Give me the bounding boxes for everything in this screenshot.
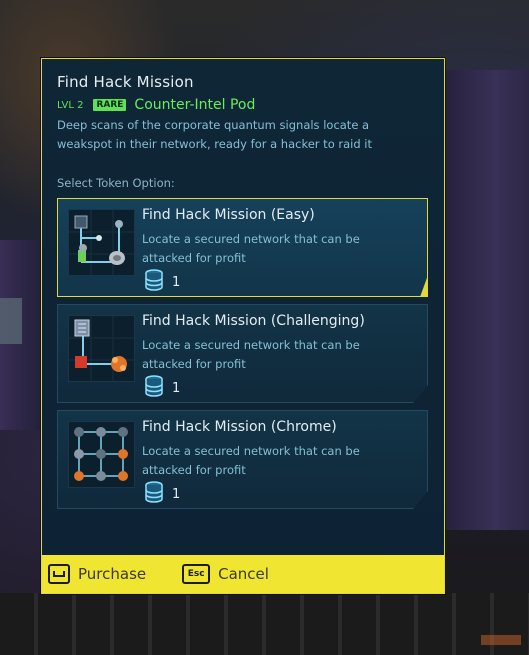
item-name: Counter-Intel Pod — [134, 97, 256, 113]
item-level: LVL 2 — [57, 99, 84, 111]
esc-key-icon: Esc — [182, 564, 211, 584]
purchase-button[interactable]: Purchase — [48, 564, 146, 584]
cost-value: 1 — [172, 274, 181, 290]
background-pillar-right — [445, 70, 529, 530]
cost-value: 1 — [172, 380, 181, 396]
token-option-dialog: Find Hack Mission LVL 2 RARE Counter-Int… — [41, 58, 445, 594]
option-title: Find Hack Mission (Chrome) — [142, 419, 337, 435]
token-option-chrome[interactable]: Find Hack Mission (Chrome) Locate a secu… — [57, 410, 428, 509]
mission-thumbnail-chrome — [68, 421, 135, 488]
cancel-label: Cancel — [218, 565, 269, 583]
cost-value: 1 — [172, 486, 181, 502]
background-floor-light — [481, 635, 521, 645]
mission-thumbnail-challenging — [68, 315, 135, 382]
rarity-badge: RARE — [93, 99, 127, 111]
token-stack-icon — [144, 269, 164, 295]
dialog-footer: Purchase Esc Cancel — [42, 555, 444, 593]
option-title: Find Hack Mission (Easy) — [142, 207, 315, 223]
token-stack-icon — [144, 375, 164, 401]
background-crate — [0, 298, 22, 344]
background-floor — [0, 593, 529, 655]
selected-corner-marker — [420, 275, 428, 297]
space-key-icon — [48, 564, 70, 584]
token-option-easy[interactable]: Find Hack Mission (Easy) Locate a secure… — [57, 198, 428, 297]
option-title: Find Hack Mission (Challenging) — [142, 313, 365, 329]
option-cost: 1 — [144, 375, 180, 401]
option-description: Locate a secured network that can be att… — [142, 232, 360, 265]
item-subtitle: LVL 2 RARE Counter-Intel Pod — [57, 96, 255, 114]
token-stack-icon — [144, 481, 164, 507]
cancel-button[interactable]: Esc Cancel — [182, 564, 269, 584]
item-description: Deep scans of the corporate quantum sign… — [57, 118, 373, 151]
select-token-label: Select Token Option: — [57, 176, 175, 190]
option-cost: 1 — [144, 481, 180, 507]
option-description: Locate a secured network that can be att… — [142, 444, 360, 477]
option-cost: 1 — [144, 269, 180, 295]
option-description: Locate a secured network that can be att… — [142, 338, 360, 371]
token-option-challenging[interactable]: Find Hack Mission (Challenging) Locate a… — [57, 304, 428, 403]
mission-thumbnail-easy — [68, 209, 135, 276]
purchase-label: Purchase — [78, 565, 147, 583]
dialog-title: Find Hack Mission — [57, 73, 194, 91]
